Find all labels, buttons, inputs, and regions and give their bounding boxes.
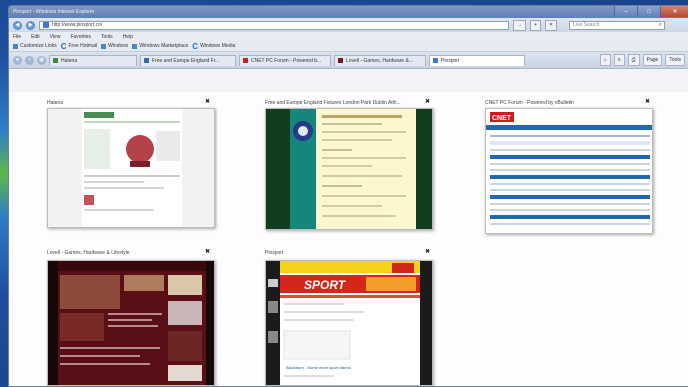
pinsport-preview: SPORT Blackburn - Some more sport videos — [266, 261, 432, 385]
menu-tools[interactable]: Tools — [101, 34, 113, 40]
windows-icon — [101, 43, 107, 49]
stop-button[interactable]: ✕ — [544, 19, 558, 31]
browser-window: Pinsport - Windows Internet Explorer – □… — [8, 5, 688, 387]
back-button[interactable]: ◀ — [13, 20, 22, 30]
menu-view[interactable]: View — [50, 34, 61, 40]
refresh-button[interactable]: + — [530, 19, 541, 31]
tab-label: Free and Europe England Fr... — [152, 57, 220, 64]
tab-label: CNET PC Forum - Powered b... — [251, 57, 322, 64]
fixtures-preview — [266, 109, 432, 229]
tab-label: Hatena — [61, 57, 78, 64]
thumb-title-fixtures: Free and Europe England Fixtures London … — [265, 100, 401, 106]
add-favorites-icon[interactable]: + — [25, 55, 34, 65]
tab-favicon-icon — [53, 58, 58, 63]
thumb-title-pinsport: Pinsport — [265, 250, 284, 256]
link-windows[interactable]: Windows — [101, 43, 128, 49]
search-input[interactable]: Live Search ⌕ — [569, 20, 666, 30]
home-button[interactable]: ⌂ — [599, 54, 611, 66]
thumb-cnet[interactable]: CNET — [485, 108, 653, 234]
maximize-button[interactable]: □ — [637, 6, 660, 17]
tab-bar: ★ + ▦ Hatena Free and Europe England Fr.… — [9, 52, 688, 69]
page-favicon-icon — [43, 22, 49, 28]
search-placeholder: Live Search — [573, 22, 600, 28]
address-url: http://www.pinsport.co/ — [52, 22, 103, 28]
menu-favorites[interactable]: Favorites — [70, 34, 91, 40]
tab-cnet[interactable]: CNET PC Forum - Powered b... — [239, 54, 331, 66]
cnet-logo-text: CNET — [492, 115, 512, 122]
close-icon[interactable]: ✖ — [205, 248, 210, 255]
tab-favicon-icon — [144, 58, 149, 63]
window-title: Pinsport - Windows Internet Explorer — [13, 9, 95, 15]
menu-file[interactable]: File — [13, 34, 21, 40]
close-icon[interactable]: ✖ — [205, 98, 210, 105]
windows-icon — [132, 43, 138, 49]
favorites-star-icon[interactable]: ★ — [13, 55, 22, 65]
tab-favicon-icon — [243, 58, 248, 63]
link-label: Free Hotmail — [68, 43, 98, 49]
sport-banner-text: SPORT — [304, 278, 347, 292]
link-label: Windows — [108, 43, 129, 49]
thumb-title-cnet: CNET PC Forum - Powered by vBulletin — [485, 100, 574, 106]
thumb-lovell[interactable] — [47, 260, 215, 386]
link-icon — [13, 43, 18, 49]
link-customize[interactable]: Customize Links — [13, 43, 57, 49]
link-label: Customize Links — [20, 43, 57, 49]
close-icon[interactable]: ✖ — [425, 248, 430, 255]
menu-bar: File Edit View Favorites Tools Help — [9, 32, 688, 41]
link-windows-media[interactable]: C Windows Media — [192, 42, 235, 51]
thumb-fixtures[interactable] — [265, 108, 433, 230]
quick-tabs-icon[interactable]: ▦ — [37, 55, 46, 65]
cnet-preview: CNET — [486, 109, 652, 233]
title-bar: Pinsport - Windows Internet Explorer – □… — [9, 6, 688, 18]
go-button[interactable]: → — [513, 19, 526, 31]
menu-help[interactable]: Help — [123, 34, 133, 40]
tab-label: Pinsport — [441, 57, 460, 64]
quick-tabs-view: Hatena ✖ Free and Europe England Fixture… — [9, 92, 688, 386]
feeds-button[interactable]: ≡ — [613, 54, 625, 66]
tab-lovell[interactable]: Lovell - Games, Hardware &... — [334, 54, 426, 66]
page-menu-button[interactable]: Page — [642, 54, 663, 66]
tools-menu-button[interactable]: Tools — [665, 54, 685, 66]
tab-fixtures[interactable]: Free and Europe England Fr... — [140, 54, 236, 66]
pinsport-caption-text: Blackburn - Some more sport videos — [286, 365, 351, 370]
hatena-preview — [82, 109, 182, 227]
command-bar: ⌂ ≡ ⎙ Page Tools — [599, 54, 688, 66]
print-button[interactable]: ⎙ — [627, 54, 640, 66]
tab-pinsport[interactable]: Pinsport — [429, 54, 525, 66]
address-row: ◀ ▶ http://www.pinsport.co/ → + ✕ Live S… — [9, 18, 688, 32]
c-icon: C — [60, 41, 67, 51]
tab-hatena[interactable]: Hatena — [49, 54, 137, 66]
links-bar: Customize Links C Free Hotmail Windows Wi… — [9, 41, 688, 52]
close-icon[interactable]: ✖ — [425, 98, 430, 105]
menu-edit[interactable]: Edit — [31, 34, 40, 40]
window-controls: – □ ✕ — [614, 6, 688, 17]
tab-favicon-icon — [433, 58, 438, 63]
forward-button[interactable]: ▶ — [26, 20, 35, 30]
thumb-title-lovell: Lovell - Games, Hardware & Lifestyle — [47, 250, 130, 256]
link-windows-marketplace[interactable]: Windows Marketplace — [132, 43, 188, 49]
lovell-preview — [48, 261, 214, 385]
thumb-hatena[interactable] — [47, 108, 215, 228]
link-label: Windows Media — [200, 43, 236, 49]
c-icon: C — [192, 41, 199, 51]
close-button[interactable]: ✕ — [660, 6, 688, 17]
link-free-hotmail[interactable]: C Free Hotmail — [61, 42, 97, 51]
minimize-button[interactable]: – — [614, 6, 637, 17]
address-field[interactable]: http://www.pinsport.co/ — [39, 20, 509, 30]
tab-favicon-icon — [338, 58, 343, 63]
close-icon[interactable]: ✖ — [645, 98, 650, 105]
link-label: Windows Marketplace — [139, 43, 189, 49]
magnifier-icon[interactable]: ⌕ — [659, 22, 662, 29]
thumb-title-hatena: Hatena — [47, 100, 64, 106]
thumb-pinsport[interactable]: SPORT Blackburn - Some more sport videos — [265, 260, 433, 386]
tab-label: Lovell - Games, Hardware &... — [346, 57, 413, 64]
